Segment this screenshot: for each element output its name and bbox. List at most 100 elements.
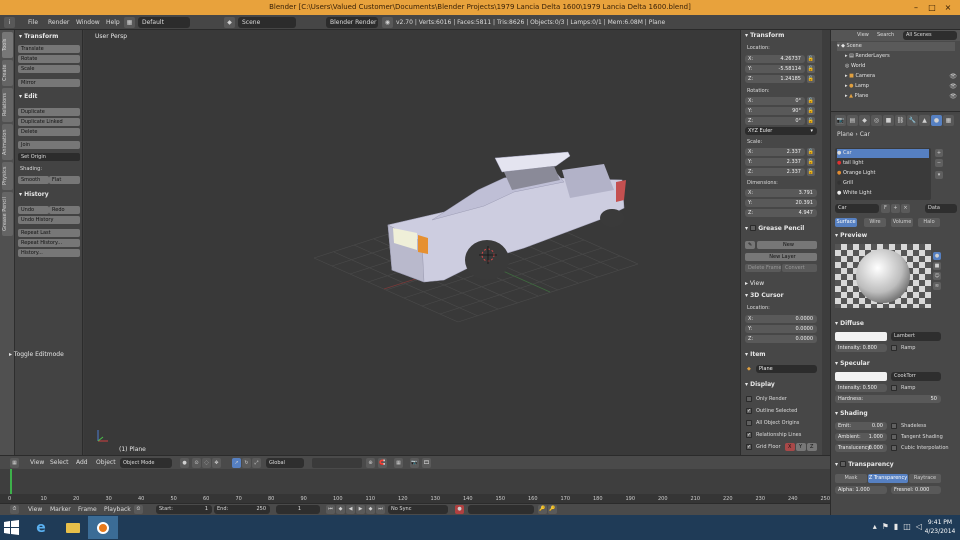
specular-color-swatch[interactable] bbox=[835, 372, 887, 381]
transform-panel-header[interactable]: ▾ Transform bbox=[745, 32, 784, 41]
transparency-checkbox[interactable] bbox=[840, 461, 847, 467]
item-panel-header[interactable]: ▾ Item bbox=[745, 351, 766, 360]
outliner-search-menu[interactable]: Search bbox=[877, 32, 894, 38]
outliner-visibility-icons[interactable]: 👁 👁 👁 bbox=[949, 72, 957, 102]
scene-tab-icon[interactable]: ◆ bbox=[859, 115, 870, 126]
proportional-icon[interactable]: ◌ bbox=[202, 458, 211, 468]
grease-pencil-checkbox[interactable] bbox=[750, 225, 757, 231]
fresnel-field[interactable]: Fresnel: 0.000 bbox=[891, 486, 941, 494]
location-x-field[interactable]: X: 4.26737 bbox=[745, 55, 805, 63]
duplicate-linked-button[interactable]: Duplicate Linked bbox=[18, 118, 80, 126]
maximize-button[interactable]: □ bbox=[924, 2, 940, 13]
panel-history-header[interactable]: ▾ History bbox=[19, 191, 49, 200]
tab-physics[interactable]: Physics bbox=[2, 162, 13, 190]
menu-select[interactable]: Select bbox=[50, 459, 69, 466]
sync-mode-select[interactable]: No Sync bbox=[388, 505, 448, 514]
convert-button[interactable]: Convert bbox=[782, 264, 817, 272]
transparency-mask-button[interactable]: Mask bbox=[835, 474, 867, 483]
join-button[interactable]: Join bbox=[18, 141, 80, 149]
add-slot-icon[interactable]: + bbox=[935, 149, 943, 157]
material-slot-item[interactable]: ● Grill bbox=[837, 179, 853, 188]
grid-x-toggle[interactable]: X bbox=[785, 443, 795, 451]
grid-z-toggle[interactable]: Z bbox=[807, 443, 817, 451]
location-y-field[interactable]: Y: -5.58114 bbox=[745, 65, 805, 73]
current-frame-field[interactable]: 1 bbox=[276, 505, 320, 514]
timeline-editor[interactable]: 0 10 20 30 40 50 60 70 80 90 100 110 120 130 140 150 160… bbox=[0, 469, 830, 503]
tab-grease-pencil[interactable]: Grease Pencil bbox=[2, 192, 13, 236]
material-slot-item[interactable]: ● Orange Light bbox=[837, 169, 876, 178]
specular-ramp-checkbox[interactable] bbox=[891, 385, 897, 391]
tab-create[interactable]: Create bbox=[2, 60, 13, 86]
outline-selected-checkbox[interactable]: ✓ bbox=[746, 408, 752, 414]
relationship-lines-checkbox[interactable]: ✓ bbox=[746, 432, 752, 438]
menu-view[interactable]: View bbox=[30, 459, 44, 466]
screen-layout-icon[interactable]: ▦ bbox=[124, 17, 135, 28]
tab-wire[interactable]: Wire bbox=[864, 218, 886, 227]
lock-icon[interactable]: 🔓 bbox=[807, 55, 815, 63]
material-slot-item[interactable]: ● tail light bbox=[837, 159, 863, 168]
shading-solid-icon[interactable]: ● bbox=[180, 458, 189, 468]
play-reverse-icon[interactable]: ◀ bbox=[346, 505, 355, 514]
outliner-scene-row[interactable]: ▾ ◆ Scene bbox=[837, 42, 955, 51]
fake-user-icon[interactable]: F bbox=[881, 204, 890, 213]
remove-slot-icon[interactable]: − bbox=[935, 159, 943, 167]
world-tab-icon[interactable]: ◎ bbox=[871, 115, 882, 126]
dimensions-x-field[interactable]: X: 3.791 bbox=[745, 189, 817, 197]
snap-icon[interactable]: 🧲 bbox=[378, 458, 387, 468]
outliner-lamp-row[interactable]: ▸ ● Lamp bbox=[845, 82, 869, 91]
cursor-y-field[interactable]: Y: 0.0000 bbox=[745, 325, 817, 333]
toggle-editmode-panel[interactable]: ▸ Toggle Editmode bbox=[9, 351, 64, 360]
tab-relations[interactable]: Relations bbox=[2, 88, 13, 122]
internet-explorer-icon[interactable]: e bbox=[26, 516, 56, 539]
outliner-world-row[interactable]: ◎ World bbox=[845, 62, 865, 71]
new-layer-button[interactable]: New Layer bbox=[745, 253, 817, 261]
editor-type-icon[interactable]: ▦ bbox=[10, 458, 19, 468]
cubic-interpolation-checkbox[interactable] bbox=[891, 445, 897, 451]
preview-panel-header[interactable]: ▾ Preview bbox=[835, 232, 867, 241]
minimize-button[interactable]: – bbox=[908, 2, 924, 13]
play-icon[interactable]: ▶ bbox=[356, 505, 365, 514]
start-frame-field[interactable]: Start: 1 bbox=[156, 505, 212, 514]
flat-button[interactable]: Flat bbox=[49, 176, 80, 184]
history-button[interactable]: History... bbox=[18, 249, 80, 257]
transparency-panel-header[interactable]: ▾ Transparency bbox=[835, 460, 894, 469]
lock-icon[interactable]: 🔓 bbox=[807, 97, 815, 105]
location-z-field[interactable]: Z: 1.24185 bbox=[745, 75, 805, 83]
timeline-ruler[interactable]: 0 10 20 30 40 50 60 70 80 90 100 110 120 130 140 150 160… bbox=[0, 494, 830, 503]
menu-render[interactable]: Render bbox=[48, 17, 69, 28]
volume-icon[interactable]: ◁ bbox=[916, 522, 922, 531]
render-tab-icon[interactable]: 📷 bbox=[835, 115, 846, 126]
timeline-playback-menu[interactable]: Playback bbox=[104, 506, 131, 513]
render-engine-select[interactable]: Blender Render bbox=[326, 17, 378, 28]
transform-orientation-select[interactable]: Global bbox=[266, 458, 304, 468]
lock-icon[interactable]: 🔓 bbox=[807, 107, 815, 115]
all-object-origins-checkbox[interactable] bbox=[746, 420, 752, 426]
tray-up-arrow-icon[interactable]: ▴ bbox=[873, 522, 877, 531]
delete-button[interactable]: Delete bbox=[18, 128, 80, 136]
grease-new-button[interactable]: New bbox=[757, 241, 817, 249]
grid-y-toggle[interactable]: Y bbox=[796, 443, 806, 451]
layer-buttons[interactable] bbox=[312, 458, 362, 468]
menu-object[interactable]: Object bbox=[96, 459, 116, 466]
delete-keyframe-icon[interactable]: 🔑 bbox=[548, 505, 557, 514]
interaction-mode-select[interactable]: Object Mode bbox=[120, 458, 172, 468]
panel-transform-header[interactable]: ▾ Transform bbox=[19, 33, 58, 42]
sphere-icon[interactable]: ● bbox=[933, 252, 941, 260]
menu-file[interactable]: File bbox=[28, 17, 38, 28]
grease-pencil-header[interactable]: ▾ Grease Pencil bbox=[745, 224, 804, 233]
scene-icon[interactable]: ◆ bbox=[224, 17, 235, 28]
repeat-last-button[interactable]: Repeat Last bbox=[18, 229, 80, 237]
emit-field[interactable]: Emit: 0.00 bbox=[835, 422, 887, 430]
menu-help[interactable]: Help bbox=[106, 17, 120, 28]
material-slot-item[interactable]: ● Car bbox=[837, 149, 929, 158]
editor-type-icon[interactable]: i bbox=[4, 17, 15, 28]
undo-button[interactable]: Undo bbox=[18, 206, 49, 214]
grid-floor-checkbox[interactable]: ✓ bbox=[746, 444, 752, 450]
keying-set-field[interactable] bbox=[468, 505, 534, 514]
network-icon[interactable]: ◫ bbox=[903, 522, 911, 531]
rotation-x-field[interactable]: X: 0° bbox=[745, 97, 805, 105]
blender-taskbar-icon[interactable] bbox=[88, 516, 118, 539]
outliner-renderlayers-row[interactable]: ▸ ▤ RenderLayers bbox=[845, 52, 890, 61]
modifiers-tab-icon[interactable]: 🔧 bbox=[907, 115, 918, 126]
opengl-render-icon[interactable]: 📷 bbox=[410, 458, 419, 468]
